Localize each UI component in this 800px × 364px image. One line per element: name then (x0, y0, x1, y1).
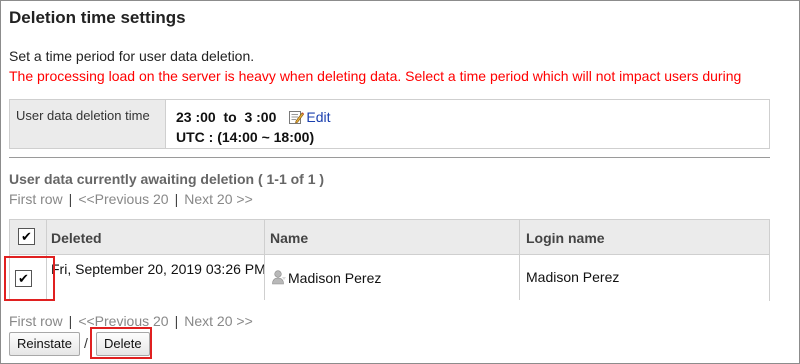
deletion-time-settings: User data deletion time 23 :00 to 3 :00 … (9, 99, 770, 149)
next-20-link[interactable]: Next 20 >> (184, 191, 253, 207)
user-icon (272, 270, 286, 285)
awaiting-deletion-title: User data currently awaiting deletion ( … (9, 171, 325, 187)
edit-icon (289, 111, 305, 124)
column-divider (519, 220, 520, 300)
edit-link-label: Edit (306, 109, 331, 125)
pager-bottom: First row | <<Previous 20 | Next 20 >> (9, 313, 253, 329)
reinstate-button[interactable]: Reinstate (9, 332, 80, 356)
column-divider (264, 220, 265, 300)
deletion-time-range: 23 :00 to 3 :00 (176, 109, 277, 125)
utc-time-range: UTC : (14:00 ~ 18:00) (176, 129, 315, 145)
page-title: Deletion time settings (9, 8, 186, 27)
pager-separator: | (68, 313, 73, 329)
awaiting-deletion-table: ✔ Deleted Name Login name ✔ Fri, Septemb… (9, 219, 770, 301)
deletion-time-value: 23 :00 to 3 :00 Edit UTC : (14:00 ~ 18:0… (166, 100, 331, 148)
table-header: ✔ Deleted Name Login name (10, 220, 769, 255)
edit-deletion-time-link[interactable]: Edit (288, 109, 331, 125)
pager-separator: | (174, 191, 179, 207)
page-description: Set a time period for user data deletion… (9, 48, 255, 64)
deletion-time-label: User data deletion time (10, 100, 166, 148)
row-select-checkbox[interactable]: ✔ (15, 270, 32, 287)
button-separator: / (84, 335, 88, 351)
checkmark-icon: ✔ (21, 229, 32, 244)
server-load-warning: The processing load on the server is hea… (9, 68, 742, 84)
pager-top: First row | <<Previous 20 | Next 20 >> (9, 191, 253, 207)
first-row-link[interactable]: First row (9, 191, 63, 207)
table-row: ✔ Fri, September 20, 2019 03:26 PM Madis… (10, 255, 769, 301)
row-login-name: Madison Perez (526, 269, 620, 285)
first-row-link[interactable]: First row (9, 313, 63, 329)
pager-separator: | (68, 191, 73, 207)
previous-20-link[interactable]: <<Previous 20 (78, 191, 168, 207)
column-header-login: Login name (526, 230, 605, 246)
row-deleted-date: Fri, September 20, 2019 03:26 PM (51, 261, 266, 277)
row-user-name[interactable]: Madison Perez (271, 269, 381, 286)
checkmark-icon: ✔ (18, 271, 29, 286)
delete-button[interactable]: Delete (96, 332, 150, 356)
pager-separator: | (174, 313, 179, 329)
next-20-link[interactable]: Next 20 >> (184, 313, 253, 329)
select-all-checkbox[interactable]: ✔ (18, 228, 35, 245)
column-divider (46, 220, 47, 300)
previous-20-link[interactable]: <<Previous 20 (78, 313, 168, 329)
section-divider (9, 157, 770, 158)
row-user-name-label: Madison Perez (288, 270, 382, 286)
deletion-settings-window: Deletion time settings Set a time period… (0, 0, 800, 364)
column-header-name: Name (270, 230, 309, 246)
column-header-deleted: Deleted (51, 230, 102, 246)
